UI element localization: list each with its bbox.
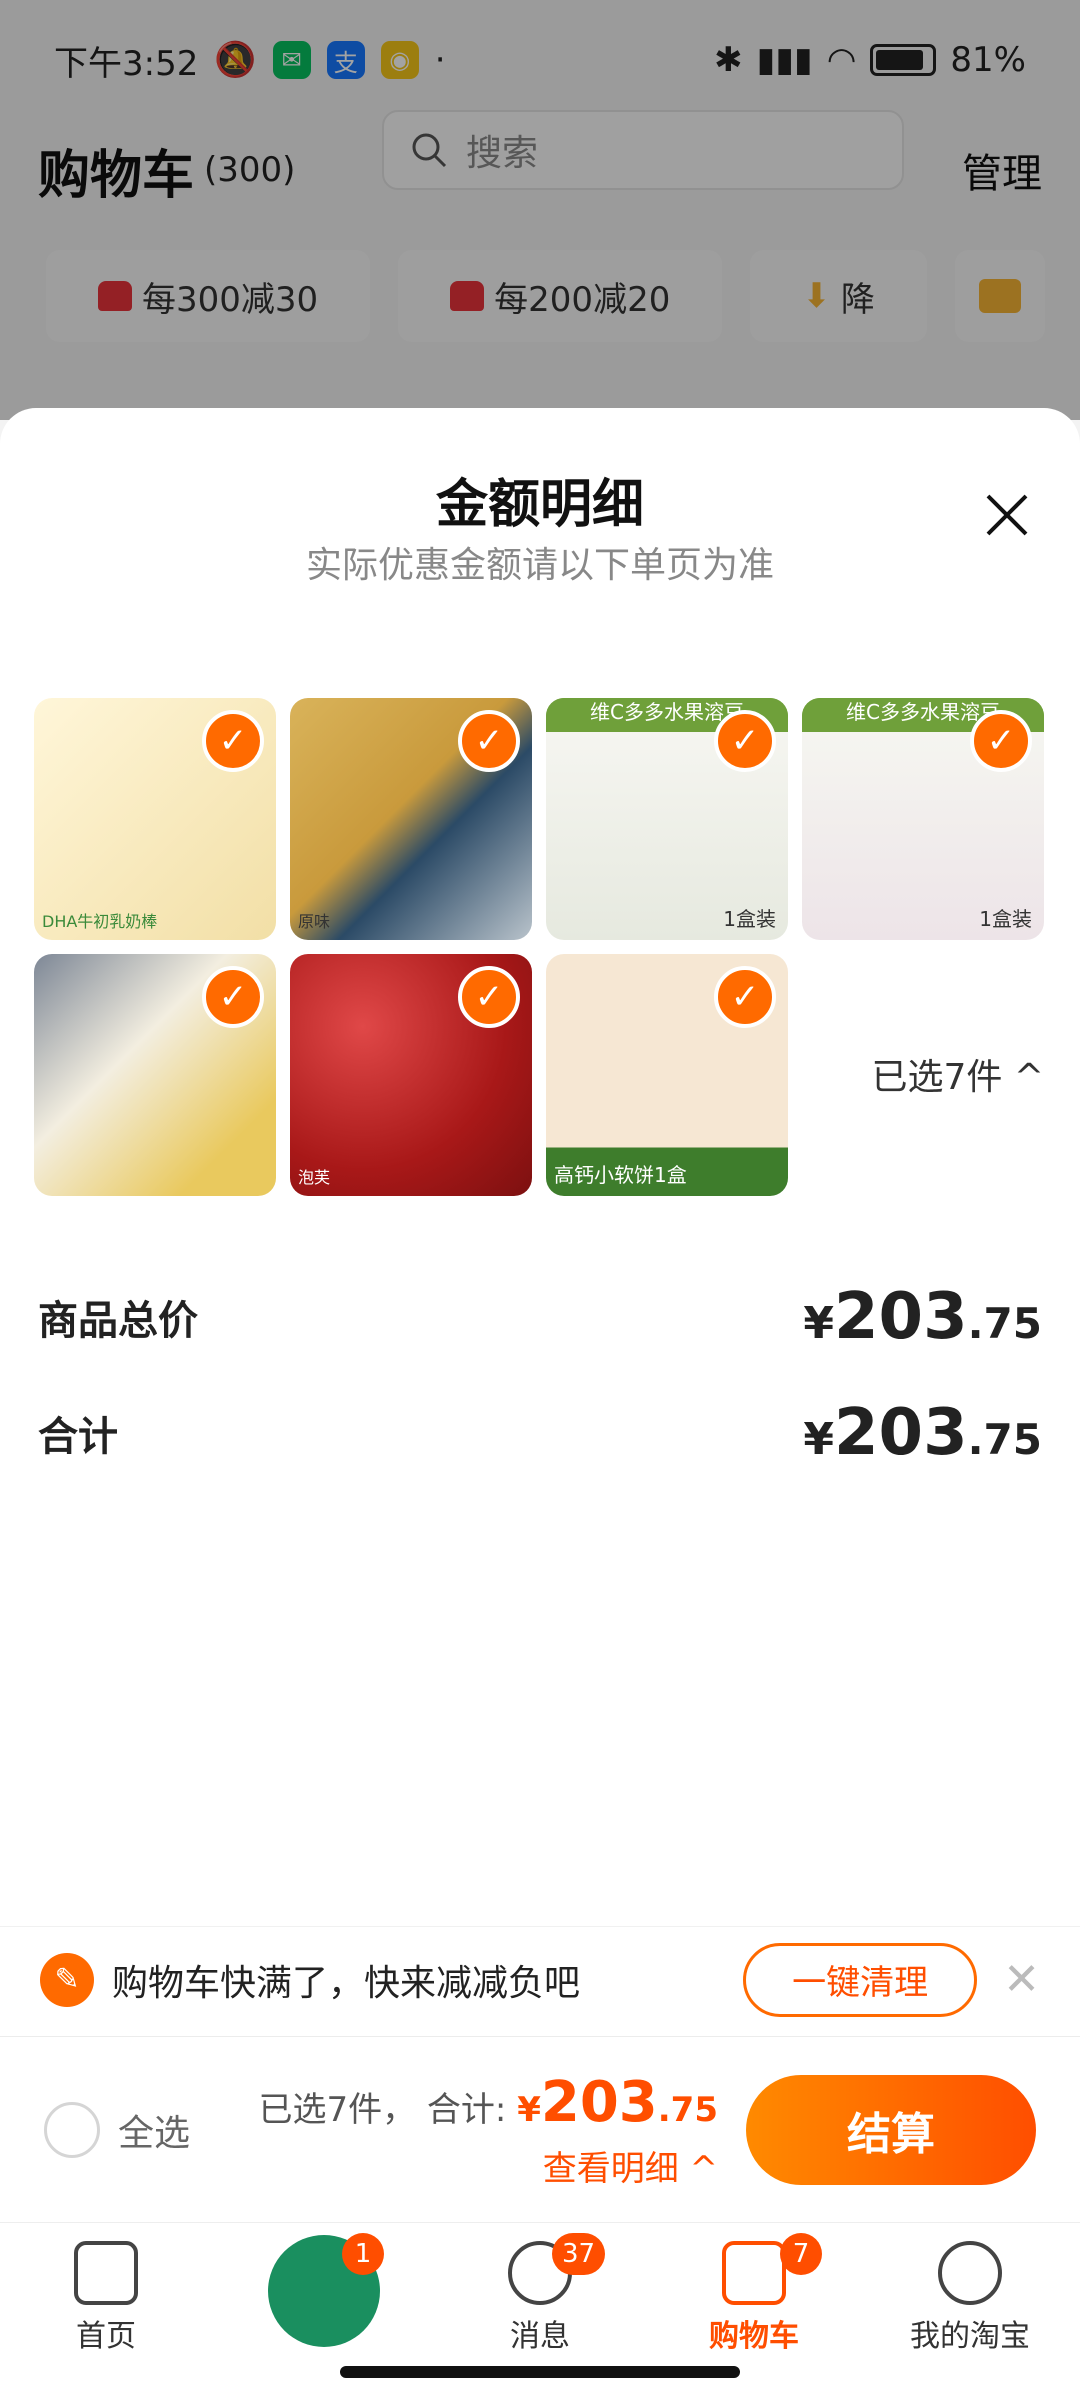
view-details-link[interactable]: 查看明细 ^ — [258, 2141, 718, 2190]
badge: 37 — [552, 2233, 606, 2275]
badge: 7 — [780, 2233, 822, 2275]
close-icon[interactable]: ✕ — [1003, 1954, 1040, 2005]
check-icon: ✓ — [202, 710, 264, 772]
one-click-clean-button[interactable]: 一键清理 — [743, 1942, 978, 2017]
checkout-bar: 全选 已选7件， 合计: ¥203.75 查看明细 ^ 结算 — [0, 2036, 1080, 2222]
product-thumb[interactable]: 高钙小软饼1盒 ✓ — [546, 954, 788, 1196]
product-thumb[interactable]: 泡芙 ✓ — [290, 954, 532, 1196]
home-indicator — [340, 2366, 740, 2378]
smile-icon — [938, 2241, 1002, 2305]
product-thumb[interactable]: 维C多多水果溶豆 1盒装 ✓ — [802, 698, 1044, 940]
tab-home[interactable]: 首页 — [26, 2241, 186, 2355]
product-thumb[interactable]: ✓ — [34, 954, 276, 1196]
check-icon: ✓ — [202, 966, 264, 1028]
check-icon: ✓ — [970, 710, 1032, 772]
subtotal-price: ¥203.75 — [803, 1280, 1042, 1354]
tab-messages[interactable]: 37 消息 — [460, 2233, 620, 2355]
tip-text: 购物车快满了，快来减减负吧 — [112, 1962, 581, 2004]
broom-icon: ✎ — [40, 1952, 94, 2007]
sheet-subtitle: 实际优惠金额请以下单页为准 — [305, 545, 774, 586]
selected-count-toggle[interactable]: 已选7件 ^ — [871, 1048, 1044, 1100]
tab-my-taobao[interactable]: 我的淘宝 — [890, 2241, 1050, 2355]
total-row: 合计 ¥203.75 — [38, 1396, 1042, 1470]
checkout-button[interactable]: 结算 — [746, 2074, 1036, 2185]
summary-price: ¥203.75 — [517, 2069, 718, 2135]
total-price: ¥203.75 — [803, 1396, 1042, 1470]
total-label: 合计 — [38, 1414, 118, 1460]
subtotal-label: 商品总价 — [38, 1298, 198, 1344]
product-thumb[interactable]: 维C多多水果溶豆 1盒装 ✓ — [546, 698, 788, 940]
tab-cart[interactable]: 7 购物车 — [674, 2233, 834, 2355]
close-icon[interactable] — [982, 490, 1032, 540]
select-all-label[interactable]: 全选 — [118, 2104, 190, 2156]
check-icon: ✓ — [714, 710, 776, 772]
check-icon: ✓ — [458, 966, 520, 1028]
summary: 已选7件， 合计: ¥203.75 查看明细 ^ — [258, 2070, 718, 2190]
chevron-up-icon: ^ — [1013, 1057, 1044, 1098]
home-icon — [74, 2241, 138, 2305]
sheet-title: 金额明细 — [435, 475, 644, 535]
product-thumb[interactable]: DHA牛初乳奶棒 ✓ — [34, 698, 276, 940]
tab-promo[interactable]: 1 — [244, 2233, 404, 2347]
cart-full-tip: ✎ 购物车快满了，快来减减负吧 一键清理 ✕ — [0, 1926, 1080, 2032]
select-all-radio[interactable] — [44, 2101, 100, 2158]
badge: 1 — [342, 2233, 384, 2275]
summary-text: 已选7件， 合计: — [258, 2089, 507, 2130]
check-icon: ✓ — [458, 710, 520, 772]
subtotal-row: 商品总价 ¥203.75 — [38, 1280, 1042, 1354]
cart-icon — [722, 2241, 786, 2305]
check-icon: ✓ — [714, 966, 776, 1028]
dim-overlay[interactable] — [0, 0, 1080, 420]
product-thumb[interactable]: 原味 ✓ — [290, 698, 532, 940]
